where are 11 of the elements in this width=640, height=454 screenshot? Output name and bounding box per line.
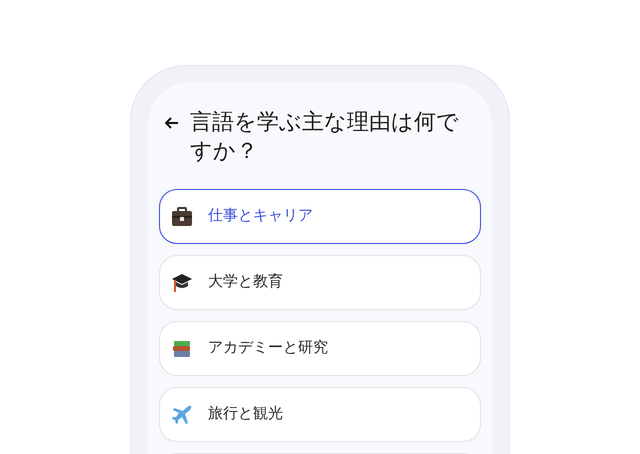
books-icon [171,338,193,358]
back-arrow-icon [165,117,179,129]
airplane-icon [171,404,193,426]
briefcase-icon [171,206,193,226]
option-card[interactable]: 大学と教育 [159,255,481,310]
back-button[interactable] [164,115,180,131]
question-title: 言語を学ぶ主な理由は何ですか？ [190,108,460,165]
option-card[interactable]: 旅行と観光 [159,387,481,442]
option-card[interactable]: アカデミーと研究 [159,321,481,376]
graduation-cap-icon [171,272,193,294]
option-card[interactable]: 仕事とキャリア [159,189,481,244]
